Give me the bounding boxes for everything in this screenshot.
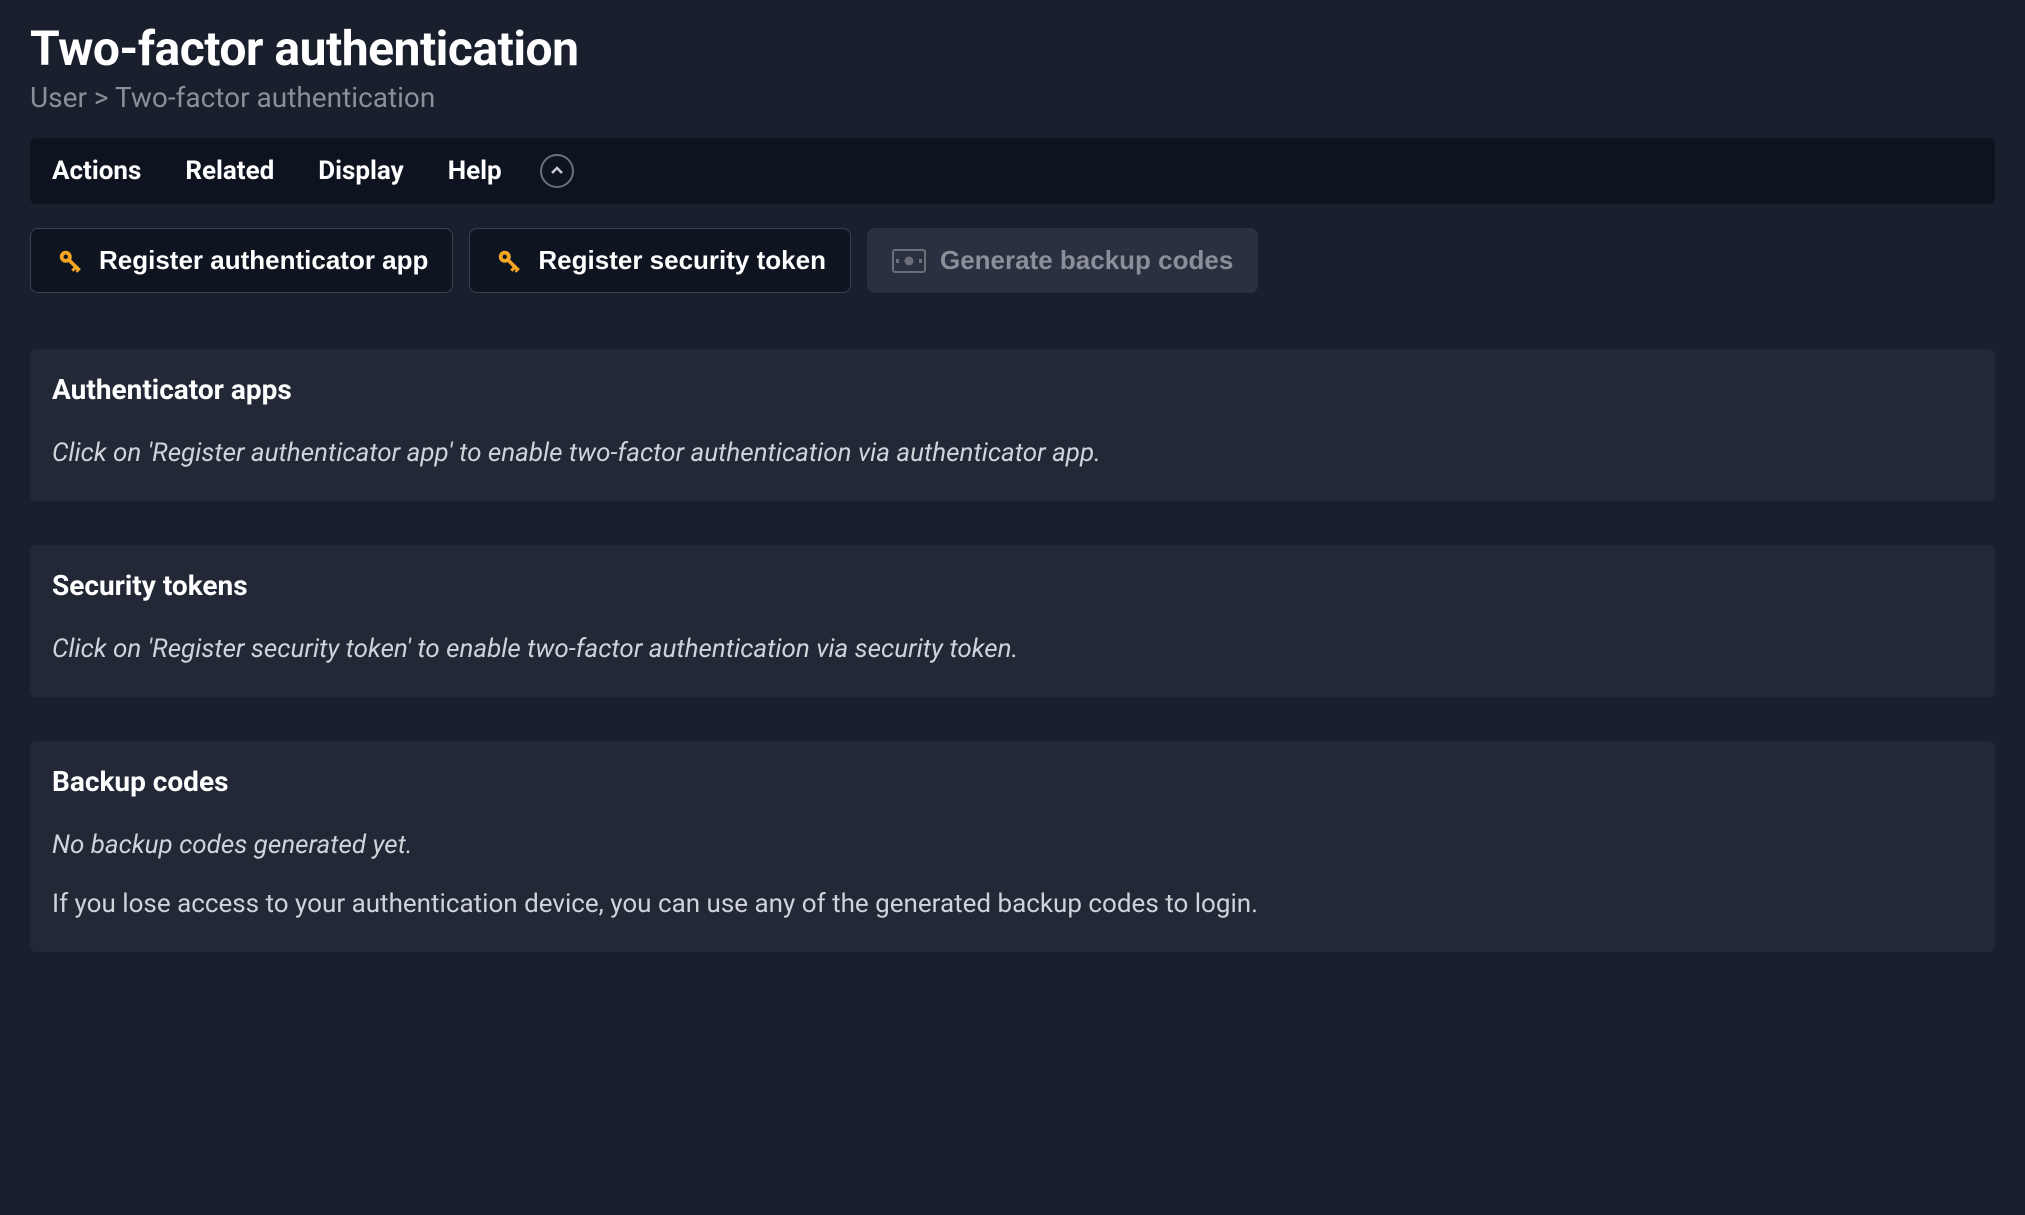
button-label: Register security token [538,245,826,276]
backup-info-text: If you lose access to your authenticatio… [52,889,1258,919]
breadcrumb-parent-link[interactable]: User [30,81,87,114]
panel-title: Backup codes [52,765,1973,798]
key-icon [55,246,85,276]
chevron-up-icon [549,163,565,179]
breadcrumb-current: Two-factor authentication [115,81,435,114]
menu-actions[interactable]: Actions [52,156,141,186]
menubar: Actions Related Display Help [30,138,1995,204]
button-label: Register authenticator app [99,245,428,276]
menu-help[interactable]: Help [448,156,502,186]
breadcrumb: User > Two-factor authentication [30,81,1995,114]
backup-none-text: No backup codes generated yet. [52,826,1973,865]
register-security-token-button[interactable]: Register security token [469,228,851,293]
backup-codes-panel: Backup codes No backup codes generated y… [30,741,1995,952]
generate-backup-codes-button: Generate backup codes [867,228,1258,293]
panel-title: Security tokens [52,569,1973,602]
key-icon [494,246,524,276]
action-buttons-row: Register authenticator app Register secu… [30,228,1995,293]
panel-body-text: Click on 'Register authenticator app' to… [52,434,1973,473]
panel-body-text: Click on 'Register security token' to en… [52,630,1973,669]
register-authenticator-app-button[interactable]: Register authenticator app [30,228,453,293]
menu-display[interactable]: Display [318,156,403,186]
page-title: Two-factor authentication [30,20,1995,77]
collapse-menubar-button[interactable] [540,154,574,188]
menu-related[interactable]: Related [185,156,274,186]
cash-icon [892,249,926,273]
breadcrumb-separator: > [87,81,115,114]
button-label: Generate backup codes [940,245,1233,276]
panel-title: Authenticator apps [52,373,1973,406]
security-tokens-panel: Security tokens Click on 'Register secur… [30,545,1995,697]
authenticator-apps-panel: Authenticator apps Click on 'Register au… [30,349,1995,501]
